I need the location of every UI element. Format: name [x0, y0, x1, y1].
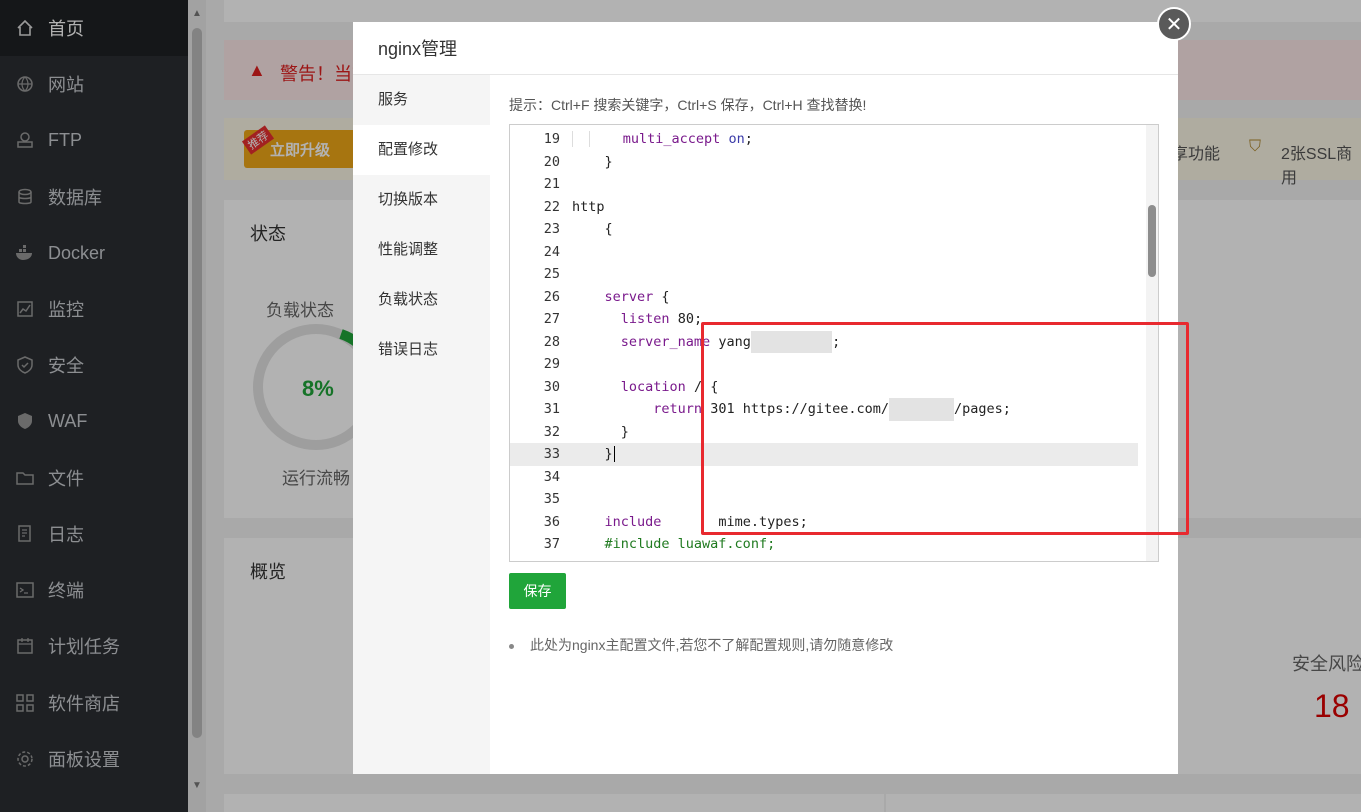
shortcut-hint: 提示：Ctrl+F 搜索关键字，Ctrl+S 保存，Ctrl+H 查找替换! [509, 97, 867, 113]
code-line: 25 [543, 266, 560, 282]
tab-error-log[interactable]: 错误日志 [353, 325, 490, 375]
tab-load-status[interactable]: 负载状态 [353, 275, 490, 325]
nginx-modal: nginx管理 服务 配置修改 切换版本 性能调整 负载状态 错误日志 提示：C… [353, 22, 1189, 774]
save-button[interactable]: 保存 [509, 573, 566, 609]
code-line: 37 #include luawaf.conf; [543, 536, 776, 552]
bullet-icon [509, 643, 514, 649]
modal-nav: 服务 配置修改 切换版本 性能调整 负载状态 错误日志 [353, 75, 490, 774]
code-line: 21 [543, 176, 560, 192]
config-note-text: 此处为nginx主配置文件,若您不了解配置规则,请勿随意修改 [530, 637, 894, 653]
config-note: 此处为nginx主配置文件,若您不了解配置规则,请勿随意修改 [509, 635, 893, 655]
tab-version[interactable]: 切换版本 [353, 175, 490, 225]
code-line: 20 } [543, 153, 613, 170]
code-line: 24 [543, 243, 560, 260]
code-line: 19 multi_accept on; [543, 131, 753, 147]
code-line: 26 server { [543, 288, 670, 305]
tab-config[interactable]: 配置修改 [353, 125, 490, 175]
close-icon[interactable]: ✕ [1157, 7, 1191, 41]
config-panel: 提示：Ctrl+F 搜索关键字，Ctrl+S 保存，Ctrl+H 查找替换! 1… [490, 75, 1189, 774]
modal-title: nginx管理 [353, 22, 1178, 75]
code-line: 23 { [543, 221, 613, 237]
tab-performance[interactable]: 性能调整 [353, 225, 490, 275]
tab-service[interactable]: 服务 [353, 75, 490, 125]
code-line: 22 http [543, 198, 605, 215]
editor-scroll-thumb[interactable] [1148, 205, 1156, 277]
highlight-box [701, 322, 1189, 535]
